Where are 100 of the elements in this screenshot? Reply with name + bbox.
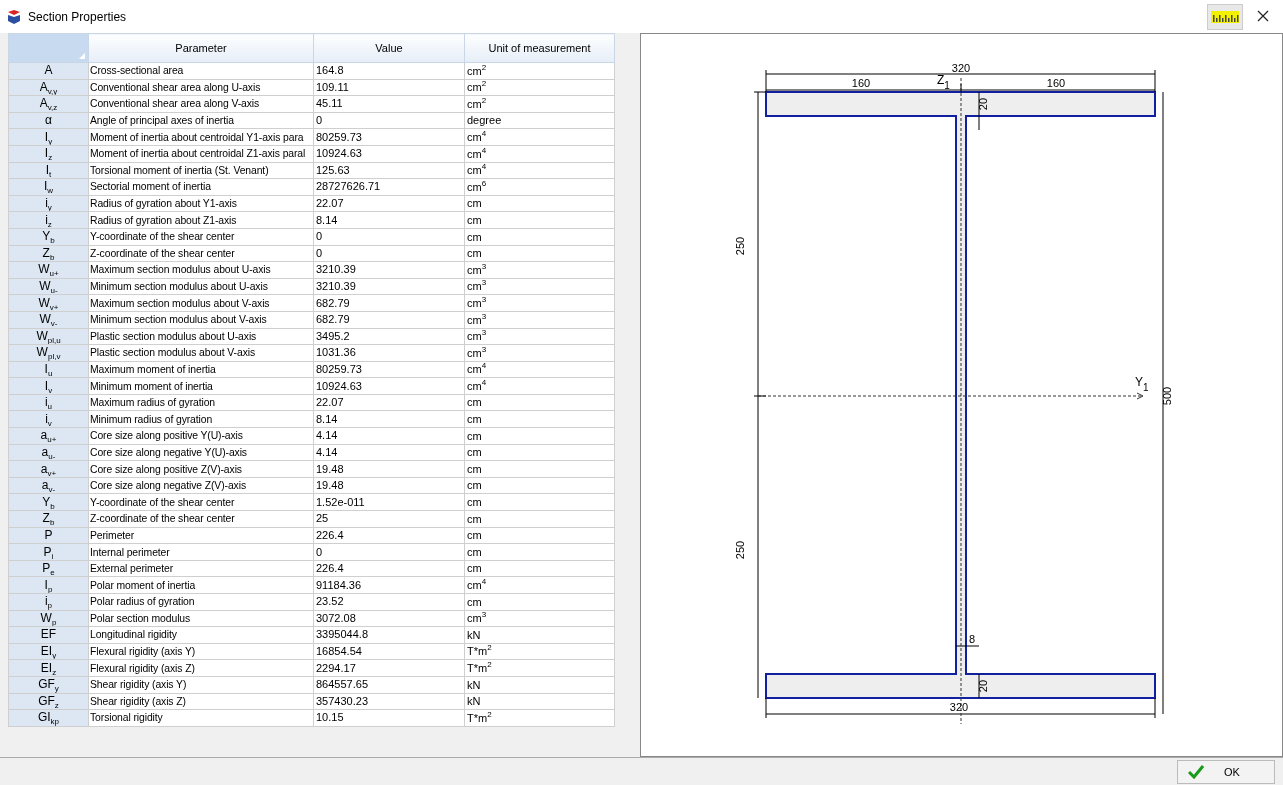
unit-cell: cm$^{3}$ — [464, 610, 615, 627]
parameter-cell: Shear rigidity (axis Z) — [88, 693, 314, 710]
parameter-cell: Flexural rigidity (axis Z) — [88, 659, 314, 677]
dimension-label: 160 — [851, 77, 871, 89]
unit-cell: cm — [464, 510, 615, 528]
ok-button[interactable]: OK — [1177, 760, 1275, 784]
unit-cell: cm — [464, 444, 615, 461]
column-header[interactable]: Parameter — [88, 33, 314, 63]
value-cell: 8.14 — [313, 410, 465, 428]
value-cell: 25 — [313, 510, 465, 528]
unit-cell: cm — [464, 195, 615, 212]
value-cell: 226.4 — [313, 560, 465, 577]
parameter-cell: Moment of inertia about centroidal Z1-axis paral — [88, 145, 314, 163]
parameter-cell: Polar radius of gyration — [88, 593, 314, 611]
value-cell: 357430.23 — [313, 693, 465, 710]
value-cell: 682.79 — [313, 294, 465, 312]
value-cell: 22.07 — [313, 394, 465, 411]
parameter-cell: Polar moment of inertia — [88, 576, 314, 594]
parameter-cell: Y-coordinate of the shear center — [88, 493, 314, 511]
unit-cell: cm$^{2}$ — [464, 79, 615, 96]
dimension-label: 8 — [968, 633, 976, 645]
value-cell: 1.52e-011 — [313, 493, 465, 511]
unit-cell: cm — [464, 477, 615, 494]
parameter-cell: Core size along positive Z(V)-axis — [88, 460, 314, 478]
parameter-cell: Maximum section modulus about V-axis — [88, 294, 314, 312]
ruler-button[interactable] — [1207, 3, 1243, 30]
unit-cell: cm$^{3}$ — [464, 328, 615, 345]
parameter-cell: Polar section modulus — [88, 610, 314, 627]
value-cell: 4.14 — [313, 444, 465, 461]
unit-cell: cm — [464, 543, 615, 561]
parameter-cell: Cross-sectional area — [88, 62, 314, 80]
parameter-cell: Radius of gyration about Z1-axis — [88, 211, 314, 229]
value-cell: 3495.2 — [313, 328, 465, 345]
parameter-cell: Moment of inertia about centroidal Y1-axis para — [88, 128, 314, 146]
parameter-cell: Angle of principal axes of inertia — [88, 112, 314, 129]
value-cell: 0 — [313, 543, 465, 561]
unit-cell: cm$^{4}$ — [464, 576, 615, 594]
parameter-cell: Conventional shear area along V-axis — [88, 95, 314, 113]
dimension-label: 20 — [977, 97, 989, 111]
parameter-cell: Maximum section modulus about U-axis — [88, 261, 314, 279]
parameter-cell: Torsional moment of inertia (St. Venant) — [88, 162, 314, 179]
value-cell: 1031.36 — [313, 344, 465, 362]
axis-label: Y$_{1}$ — [1135, 375, 1149, 393]
value-cell: 80259.73 — [313, 361, 465, 378]
value-cell: 3210.39 — [313, 278, 465, 295]
unit-cell: T*m$^{2}$ — [464, 659, 615, 677]
parameter-cell: Minimum section modulus about V-axis — [88, 311, 314, 328]
unit-cell: cm$^{2}$ — [464, 62, 615, 80]
unit-cell: kN — [464, 693, 615, 710]
parameter-cell: External perimeter — [88, 560, 314, 577]
unit-cell: cm — [464, 493, 615, 511]
parameter-cell: Plastic section modulus about U-axis — [88, 328, 314, 345]
parameter-cell: Maximum moment of inertia — [88, 361, 314, 378]
unit-cell: cm$^{3}$ — [464, 311, 615, 328]
unit-cell: cm — [464, 394, 615, 411]
ruler-icon — [1211, 10, 1239, 23]
unit-cell: cm$^{6}$ — [464, 178, 615, 196]
dimension-label: 320 — [949, 701, 969, 713]
dimension-label: 250 — [734, 236, 746, 256]
checkmark-icon — [1188, 765, 1204, 779]
value-cell: 2294.17 — [313, 659, 465, 677]
unit-cell: cm — [464, 228, 615, 246]
unit-cell: cm — [464, 560, 615, 577]
value-cell: 19.48 — [313, 477, 465, 494]
parameter-cell: Core size along negative Z(V)-axis — [88, 477, 314, 494]
value-cell: 864557.65 — [313, 676, 465, 694]
value-cell: 8.14 — [313, 211, 465, 229]
column-header[interactable]: Unit of measurement — [464, 33, 615, 63]
value-cell: 682.79 — [313, 311, 465, 328]
unit-cell: cm$^{4}$ — [464, 128, 615, 146]
parameter-cell: Core size along positive Y(U)-axis — [88, 427, 314, 445]
parameter-cell: Maximum radius of gyration — [88, 394, 314, 411]
window-title: Section Properties — [28, 9, 128, 24]
parameter-cell: Radius of gyration about Y1-axis — [88, 195, 314, 212]
parameter-cell: Minimum moment of inertia — [88, 377, 314, 395]
unit-cell: cm$^{3}$ — [464, 278, 615, 295]
unit-cell: cm$^{3}$ — [464, 261, 615, 279]
unit-cell: cm$^{4}$ — [464, 361, 615, 378]
parameter-cell: Y-coordinate of the shear center — [88, 228, 314, 246]
value-cell: 10.15 — [313, 709, 465, 727]
parameter-cell: Torsional rigidity — [88, 709, 314, 727]
value-cell: 3072.08 — [313, 610, 465, 627]
value-cell: 0 — [313, 228, 465, 246]
value-cell: 125.63 — [313, 162, 465, 179]
column-header[interactable]: Value — [313, 33, 465, 63]
axis-label: Z$_{1}$ — [937, 73, 950, 91]
unit-cell: cm — [464, 245, 615, 262]
unit-cell: kN — [464, 676, 615, 694]
value-cell: 91184.36 — [313, 576, 465, 594]
parameter-cell: Shear rigidity (axis Y) — [88, 676, 314, 694]
parameter-cell: Z-coordinate of the shear center — [88, 510, 314, 528]
value-cell: 109.11 — [313, 79, 465, 96]
parameter-cell: Internal perimeter — [88, 543, 314, 561]
unit-cell: cm — [464, 527, 615, 544]
dimension-label: 500 — [1161, 386, 1173, 406]
unit-cell: cm — [464, 593, 615, 611]
unit-cell: cm — [464, 427, 615, 445]
value-cell: 4.14 — [313, 427, 465, 445]
value-cell: 10924.63 — [313, 145, 465, 163]
value-cell: 0 — [313, 245, 465, 262]
